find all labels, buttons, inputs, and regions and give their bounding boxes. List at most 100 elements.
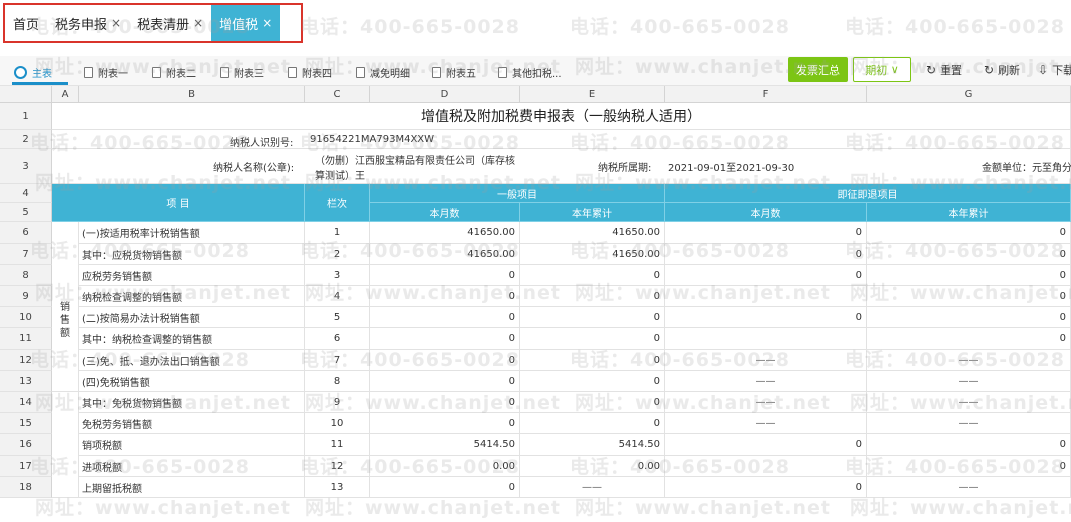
sheet-tab-schedule-4[interactable]: 附表四 [288, 62, 332, 82]
line-cell-f[interactable]: 0 [665, 244, 867, 265]
row-header[interactable]: 6 [0, 222, 52, 244]
line-cell-d[interactable]: 0 [370, 413, 520, 434]
line-cell-d[interactable]: 0 [370, 307, 520, 328]
close-icon[interactable]: × [193, 16, 203, 30]
row-header[interactable]: 11 [0, 328, 52, 350]
tab-vat[interactable]: 增值税 × [211, 5, 281, 41]
row-header[interactable]: 1 [0, 103, 52, 130]
line-cell-e[interactable]: 41650.00 [520, 222, 665, 244]
line-cell-g[interactable]: —— [867, 477, 1071, 498]
line-cell-e[interactable]: 0.00 [520, 456, 665, 477]
line-cell-d[interactable]: 0.00 [370, 456, 520, 477]
column-header[interactable]: E [520, 86, 665, 103]
row-header[interactable]: 3 [0, 149, 52, 184]
tab-home[interactable]: 首页 [5, 5, 47, 41]
row-header[interactable]: 17 [0, 456, 52, 477]
line-cell-d[interactable]: 0 [370, 350, 520, 371]
sheet-tab-main[interactable]: 主表 [14, 62, 52, 82]
row-header[interactable]: 2 [0, 130, 52, 149]
line-cell-d[interactable]: 0 [370, 286, 520, 307]
row-header[interactable]: 8 [0, 265, 52, 286]
line-cell-f[interactable]: —— [665, 350, 867, 371]
line-cell-e[interactable]: 0 [520, 350, 665, 371]
sheet-tab-label: 附表四 [302, 68, 332, 80]
line-cell-d[interactable]: 0 [370, 328, 520, 350]
line-cell-f[interactable]: 0 [665, 477, 867, 498]
line-cell-e[interactable]: 0 [520, 328, 665, 350]
tab-tax-declaration[interactable]: 税务申报 × [47, 5, 129, 41]
row-header[interactable]: 9 [0, 286, 52, 307]
line-cell-g[interactable]: 0 [867, 244, 1071, 265]
tab-tax-list[interactable]: 税表清册 × [129, 5, 211, 41]
row-header[interactable]: 13 [0, 371, 52, 392]
line-cell-e[interactable]: 0 [520, 286, 665, 307]
row-header[interactable]: 18 [0, 477, 52, 498]
line-cell-d[interactable]: 0 [370, 477, 520, 498]
column-header[interactable]: C [305, 86, 370, 103]
line-cell-d[interactable]: 0 [370, 371, 520, 392]
reset-button[interactable]: ↻ 重置 [926, 62, 962, 78]
line-cell-f[interactable] [665, 456, 867, 477]
line-cell-d[interactable]: 41650.00 [370, 222, 520, 244]
line-cell-e[interactable]: 5414.50 [520, 434, 665, 456]
line-cell-d[interactable]: 0 [370, 392, 520, 413]
line-cell-d[interactable]: 41650.00 [370, 244, 520, 265]
column-header[interactable]: B [79, 86, 305, 103]
line-cell-f[interactable]: 0 [665, 434, 867, 456]
sheet-tab-schedule-5[interactable]: 附表五 [432, 62, 476, 82]
line-cell-f[interactable]: 0 [665, 265, 867, 286]
line-cell-g[interactable]: —— [867, 371, 1071, 392]
column-header[interactable]: A [52, 86, 79, 103]
line-cell-g[interactable]: —— [867, 392, 1071, 413]
line-cell-f[interactable]: —— [665, 392, 867, 413]
column-header[interactable]: G [867, 86, 1071, 103]
line-cell-e[interactable]: 0 [520, 307, 665, 328]
close-icon[interactable]: × [262, 16, 272, 30]
line-cell-g[interactable]: 0 [867, 434, 1071, 456]
download-button[interactable]: ⇩ 下载 [1038, 62, 1071, 78]
line-cell-g[interactable]: 0 [867, 286, 1071, 307]
line-cell-e[interactable]: 41650.00 [520, 244, 665, 265]
line-cell-g[interactable]: —— [867, 413, 1071, 434]
row-header[interactable]: 16 [0, 434, 52, 456]
refresh-button[interactable]: ↻ 刷新 [984, 62, 1020, 78]
sheet-tab-other-deductions[interactable]: 其他扣税... [498, 62, 562, 82]
line-cell-g[interactable]: —— [867, 350, 1071, 371]
period-dropdown[interactable]: 期初 ∨ [853, 57, 911, 82]
column-header[interactable]: D [370, 86, 520, 103]
row-header[interactable]: 4 [0, 184, 52, 203]
line-cell-e[interactable]: 0 [520, 371, 665, 392]
line-cell-e[interactable]: 0 [520, 413, 665, 434]
line-cell-d[interactable]: 0 [370, 265, 520, 286]
invoice-summary-button[interactable]: 发票汇总 [788, 57, 848, 82]
line-cell-f[interactable] [665, 328, 867, 350]
line-cell-g[interactable]: 0 [867, 456, 1071, 477]
line-cell-f[interactable]: —— [665, 413, 867, 434]
line-cell-f[interactable] [665, 286, 867, 307]
line-cell-g[interactable]: 0 [867, 265, 1071, 286]
row-header[interactable]: 10 [0, 307, 52, 328]
line-cell-e[interactable]: —— [520, 477, 665, 498]
line-cell-g[interactable]: 0 [867, 222, 1071, 244]
line-cell-f[interactable]: —— [665, 371, 867, 392]
line-cell-e[interactable]: 0 [520, 392, 665, 413]
row-header[interactable]: 12 [0, 350, 52, 371]
line-cell-f[interactable]: 0 [665, 307, 867, 328]
row-header[interactable]: 7 [0, 244, 52, 265]
main-sheet-icon [14, 65, 27, 79]
row-header[interactable]: 5 [0, 203, 52, 222]
line-cell-g[interactable]: 0 [867, 328, 1071, 350]
column-header[interactable]: F [665, 86, 867, 103]
select-all-corner[interactable] [0, 86, 52, 103]
line-cell-d[interactable]: 5414.50 [370, 434, 520, 456]
sheet-tab-reduction[interactable]: 减免明细 [356, 62, 410, 82]
sheet-tab-schedule-1[interactable]: 附表一 [84, 62, 128, 82]
sheet-tab-schedule-3[interactable]: 附表三 [220, 62, 264, 82]
line-cell-g[interactable]: 0 [867, 307, 1071, 328]
line-cell-f[interactable]: 0 [665, 222, 867, 244]
close-icon[interactable]: × [111, 16, 121, 30]
sheet-tab-schedule-2[interactable]: 附表二 [152, 62, 196, 82]
row-header[interactable]: 14 [0, 392, 52, 413]
line-cell-e[interactable]: 0 [520, 265, 665, 286]
row-header[interactable]: 15 [0, 413, 52, 434]
